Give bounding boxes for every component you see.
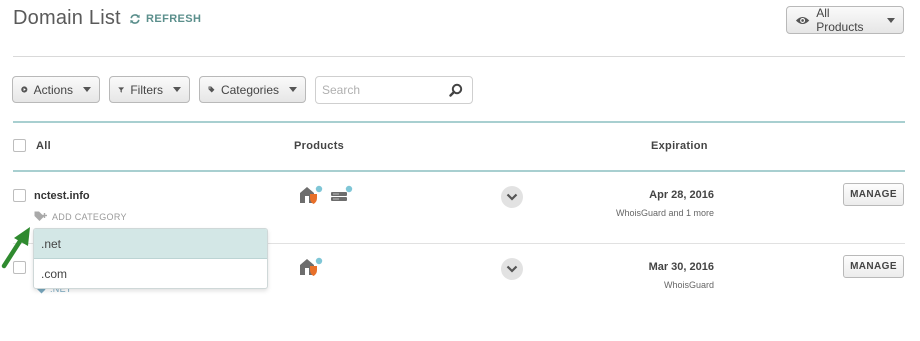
row-checkbox[interactable]: [13, 189, 26, 202]
chevron-down-icon: [506, 265, 518, 273]
category-dropdown: .net .com: [33, 228, 268, 289]
category-option-net[interactable]: .net: [34, 229, 267, 259]
expand-row-button[interactable]: [501, 186, 523, 208]
server-icon: [331, 185, 353, 201]
tag-icon: [208, 86, 215, 93]
services-text: WhoisGuard and 1 more: [615, 208, 714, 218]
filter-icon: [118, 86, 125, 93]
refresh-label: REFRESH: [146, 13, 202, 25]
search-icon[interactable]: [449, 83, 463, 97]
column-header-expiration: Expiration: [651, 140, 708, 152]
actions-dropdown[interactable]: Actions: [12, 76, 100, 103]
refresh-button[interactable]: REFRESH: [129, 13, 201, 25]
actions-label: Actions: [33, 82, 73, 97]
all-products-dropdown[interactable]: All Products: [786, 6, 904, 34]
home-shield-icon: [300, 257, 323, 276]
arrow-icon: [1, 227, 30, 269]
header-divider: [13, 56, 905, 57]
manage-button[interactable]: MANAGE: [843, 183, 904, 206]
domain-product-icon: [299, 185, 323, 210]
filters-dropdown[interactable]: Filters: [109, 76, 190, 103]
search-input[interactable]: [316, 83, 444, 97]
category-option-com[interactable]: .com: [34, 259, 267, 288]
services-text: WhoisGuard: [663, 280, 714, 290]
add-category-label: ADD CATEGORY: [52, 211, 127, 222]
caret-down-icon: [173, 87, 181, 92]
domain-name[interactable]: nctest.info: [34, 190, 90, 202]
filters-label: Filters: [130, 82, 163, 97]
caret-down-icon: [83, 87, 91, 92]
expand-row-button[interactable]: [501, 258, 523, 280]
eye-icon: [795, 16, 810, 24]
select-all-checkbox[interactable]: [13, 139, 26, 152]
expiration-date: Mar 30, 2016: [648, 261, 714, 273]
table-top-divider: [13, 121, 905, 123]
tag-plus-icon: [34, 211, 47, 221]
play-circle-icon: [21, 86, 28, 93]
column-header-products: Products: [294, 140, 345, 152]
hosting-product-icon: [330, 185, 354, 210]
page-title: Domain List: [13, 7, 121, 29]
caret-down-icon: [289, 87, 297, 92]
home-shield-icon: [300, 185, 323, 204]
manage-button[interactable]: MANAGE: [843, 255, 904, 278]
all-products-label: All Products: [816, 6, 864, 34]
categories-dropdown[interactable]: Categories: [199, 76, 306, 103]
add-category-button[interactable]: ADD CATEGORY: [34, 211, 127, 222]
expiration-date: Apr 28, 2016: [649, 189, 714, 201]
domain-product-icon: [299, 257, 323, 282]
caret-down-icon: [887, 17, 895, 23]
column-header-all: All: [36, 140, 51, 152]
table-header-divider: [13, 170, 905, 172]
search-box: [315, 76, 473, 104]
categories-label: Categories: [220, 82, 279, 97]
chevron-down-icon: [506, 193, 518, 201]
refresh-icon: [130, 14, 140, 24]
